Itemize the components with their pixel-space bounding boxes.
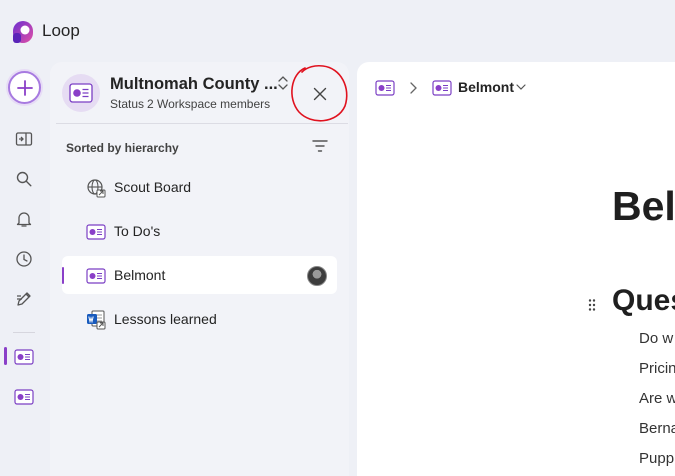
loop-page-icon [86, 224, 106, 240]
workspace-panel: Multnomah County ... Status 2 Workspace … [50, 62, 349, 476]
new-button[interactable] [8, 71, 41, 104]
plus-icon [16, 79, 33, 96]
workspace-members[interactable]: 2 Workspace members [147, 97, 270, 111]
recent-button[interactable] [11, 246, 37, 272]
loop-page-icon [14, 349, 34, 365]
close-panel-button[interactable] [307, 81, 333, 107]
word-doc-link-icon [87, 310, 106, 330]
tree-item-label: To Do's [114, 223, 161, 239]
clock-icon [16, 251, 32, 267]
notifications-button[interactable] [11, 206, 37, 232]
tree-item-scout-board[interactable]: Scout Board [62, 168, 337, 206]
list-item[interactable]: Are w [639, 390, 675, 407]
breadcrumb[interactable]: Belmont [458, 79, 514, 95]
chevron-down-icon[interactable] [516, 83, 526, 91]
loop-page-icon [86, 268, 106, 284]
rail-divider [13, 332, 35, 333]
avatar [307, 266, 327, 286]
workspace-status[interactable]: Status [110, 97, 144, 111]
tree-item-belmont[interactable]: Belmont [62, 256, 337, 294]
workspace-avatar [62, 74, 100, 112]
drag-handle-icon[interactable] [587, 298, 597, 312]
tree-item-label: Belmont [114, 267, 166, 283]
chevron-right-icon [410, 82, 417, 94]
app-title: Loop [42, 21, 80, 40]
tree-item-to-dos[interactable]: To Do's [62, 212, 337, 250]
ideas-button[interactable] [11, 286, 37, 312]
rail-workspace-1[interactable] [11, 344, 37, 370]
page-canvas: Belmont Beln Ques Do w Pricin Are w Bern… [357, 62, 675, 476]
globe-link-icon [87, 179, 106, 198]
app-header: Loop [0, 0, 675, 62]
tree-item-label: Lessons learned [114, 311, 217, 327]
tree-item-label: Scout Board [114, 179, 192, 195]
page-title[interactable]: Beln [612, 183, 675, 230]
loop-page-icon [432, 80, 452, 96]
loop-page-icon [14, 389, 34, 405]
filter-icon[interactable] [312, 139, 328, 153]
panel-divider [56, 123, 348, 124]
rail-workspace-2[interactable] [11, 384, 37, 410]
tree-item-lessons-learned[interactable]: Lessons learned [62, 300, 337, 338]
search-button[interactable] [11, 166, 37, 192]
panel-toggle-icon [15, 132, 33, 146]
list-item[interactable]: Pupp [639, 450, 674, 467]
list-item[interactable]: Do w [639, 330, 673, 347]
search-icon [16, 171, 32, 187]
section-heading[interactable]: Ques [612, 284, 675, 318]
loop-page-icon[interactable] [375, 79, 395, 97]
panel-toggle-button[interactable] [11, 126, 37, 152]
close-icon [313, 87, 327, 101]
sort-label: Sorted by hierarchy [66, 141, 179, 155]
bell-icon [16, 212, 32, 227]
workspace-title[interactable]: Multnomah County ... [110, 75, 278, 94]
selection-indicator [62, 267, 64, 284]
pen-icon [17, 292, 31, 306]
loop-logo-icon [13, 21, 33, 43]
list-item[interactable]: Berna [639, 420, 675, 437]
active-workspace-indicator [4, 347, 7, 365]
list-item[interactable]: Pricin [639, 360, 675, 377]
loop-page-icon [69, 83, 93, 103]
chevron-up-down-icon[interactable] [277, 74, 289, 92]
